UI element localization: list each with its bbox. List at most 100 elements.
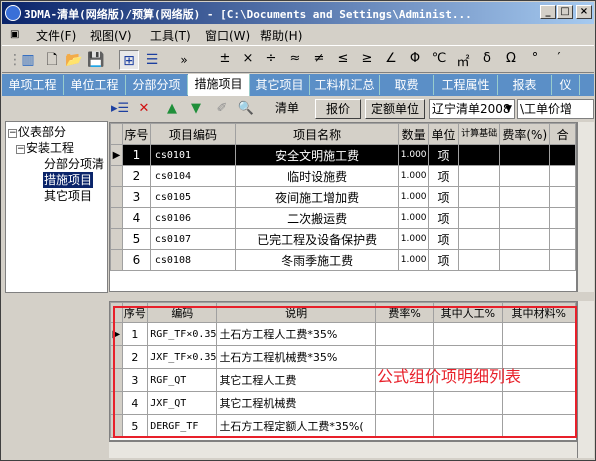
cell-basis[interactable] [457,144,501,166]
cell-unit[interactable]: 项 [428,249,459,271]
open-folder-icon[interactable]: 📂 [64,50,84,70]
list-view-icon[interactable]: ☰ [142,50,162,70]
cell-code[interactable]: RGF_QT [147,368,218,392]
cell-name[interactable]: 夜间施工增加费 [235,186,400,208]
tree-item-measures[interactable]: 措施项目 [43,172,94,188]
menu-help[interactable]: 帮助(H) [260,27,302,44]
cell-rate[interactable] [374,414,435,438]
detail-col-code[interactable]: 编码 [147,302,218,323]
tree-node-install[interactable]: −安装工程 [16,140,74,156]
tree-item-other[interactable]: 其它项目 [44,188,92,204]
cell-rate[interactable] [499,228,551,250]
cell-total[interactable] [549,186,576,208]
row-indicator[interactable]: ▶ [110,322,123,346]
tab-unit-project[interactable]: 单位工程 [64,75,126,95]
tab-other-items[interactable]: 其它项目 [250,75,310,95]
cell-rate[interactable] [499,165,551,187]
symbol-prime[interactable]: ′ [550,51,568,66]
cell-no[interactable]: 1 [121,322,149,346]
collapse-icon[interactable]: − [16,145,25,154]
cell-qty[interactable]: 1.000 [398,249,430,271]
cell-basis[interactable] [457,249,501,271]
cell-code[interactable]: DERGF_TF [147,414,218,438]
table-row[interactable]: 5 DERGF_TF 土石方工程定额人工费*35%( [110,414,576,438]
row-indicator[interactable] [110,391,123,415]
cell-unit[interactable]: 项 [428,186,459,208]
cell-total[interactable] [549,165,576,187]
cell-no[interactable]: 3 [121,186,151,208]
symbol-not-equal[interactable]: ≠ [310,51,328,66]
close-button[interactable]: × [576,5,592,19]
price-button[interactable]: 报价 [315,99,361,119]
table-row[interactable]: 3 cs0105 夜间施工增加费 1.000 项 [110,186,576,208]
table-row[interactable]: 4 cs0106 二次搬运费 1.000 项 [110,207,576,229]
clear-format-icon[interactable]: ✐ [213,100,231,118]
table-row[interactable]: 5 cs0107 已完工程及设备保护费 1.000 项 [110,228,576,250]
tab-instruments[interactable]: 仪 [552,75,580,95]
cell-no[interactable]: 4 [121,207,151,229]
table-row[interactable]: 2 cs0104 临时设施费 1.000 项 [110,165,576,187]
cell-name[interactable]: 冬雨季施工费 [235,249,400,271]
cell-qty[interactable]: 1.000 [398,228,430,250]
region-select[interactable]: 辽宁清单2008 ▼ [429,99,515,119]
col-header-name[interactable]: 项目名称 [235,123,400,145]
app-menu-icon[interactable]: ▣ [10,29,19,40]
cell-total[interactable] [549,228,576,250]
tab-fees[interactable]: 取费 [380,75,434,95]
tree-node-root[interactable]: −仪表部分 [8,124,66,140]
save-icon[interactable]: 💾 [86,50,106,70]
cell-desc[interactable]: 其它工程人工费 [216,368,376,392]
cell-code[interactable]: cs0101 [149,144,237,166]
cell-rate[interactable] [374,391,435,415]
cell-labor[interactable] [433,391,503,415]
cell-code[interactable]: cs0107 [149,228,237,250]
row-indicator[interactable] [110,414,123,438]
cell-total[interactable] [549,207,576,229]
cell-code[interactable]: cs0104 [149,165,237,187]
col-header-basis[interactable]: 计算基础 [457,123,501,145]
detail-col-labor[interactable]: 其中人工% [433,302,503,323]
cell-unit[interactable]: 项 [428,165,459,187]
detail-col-desc[interactable]: 说明 [216,302,376,323]
cell-rate[interactable] [374,322,435,346]
cell-labor[interactable] [433,322,503,346]
cell-name[interactable]: 安全文明施工费 [235,144,400,166]
cell-desc[interactable]: 其它工程机械费 [216,391,376,415]
work-price-select[interactable]: \工单价增 [517,99,594,119]
cell-unit[interactable]: 项 [428,144,459,166]
symbol-divide[interactable]: ÷ [262,51,280,66]
detail-hscrollbar[interactable] [109,441,577,458]
symbol-omega[interactable]: Ω [502,51,520,66]
collapse-icon[interactable]: − [8,129,17,138]
table-row[interactable]: 4 JXF_QT 其它工程机械费 [110,391,576,415]
detail-vscrollbar[interactable] [577,301,594,458]
cell-qty[interactable]: 1.000 [398,165,430,187]
measures-vscrollbar[interactable] [577,122,594,292]
maximize-button[interactable]: □ [557,5,573,19]
col-header-unit[interactable]: 单位 [428,123,459,145]
pane-splitter[interactable] [109,293,594,301]
row-indicator[interactable] [110,207,123,229]
table-row[interactable]: ▶ 1 RGF_TF×0.35 土石方工程人工费*35% [110,322,576,346]
symbol-times[interactable]: × [239,51,257,66]
cell-rate[interactable] [499,207,551,229]
row-indicator[interactable] [110,345,123,369]
col-header-no[interactable]: 序号 [121,123,151,145]
tab-project-properties[interactable]: 工程属性 [434,75,498,95]
row-indicator[interactable] [110,249,123,271]
detail-col-material[interactable]: 其中材料% [501,302,576,323]
tab-single-project[interactable]: 单项工程 [2,75,64,95]
cell-basis[interactable] [457,207,501,229]
cell-code[interactable]: JXF_QT [147,391,218,415]
cell-code[interactable]: cs0106 [149,207,237,229]
cell-material[interactable] [501,414,576,438]
cell-desc[interactable]: 土石方工程定额人工费*35%( [216,414,376,438]
menu-tools[interactable]: 工具(T) [150,27,191,44]
cell-basis[interactable] [457,165,501,187]
cell-basis[interactable] [457,186,501,208]
cell-desc[interactable]: 土石方工程人工费*35% [216,322,376,346]
tab-measures[interactable]: 措施项目 [188,74,250,96]
cell-no[interactable]: 2 [121,165,151,187]
find-icon[interactable]: 🔍 [237,100,255,118]
cell-labor[interactable] [433,414,503,438]
